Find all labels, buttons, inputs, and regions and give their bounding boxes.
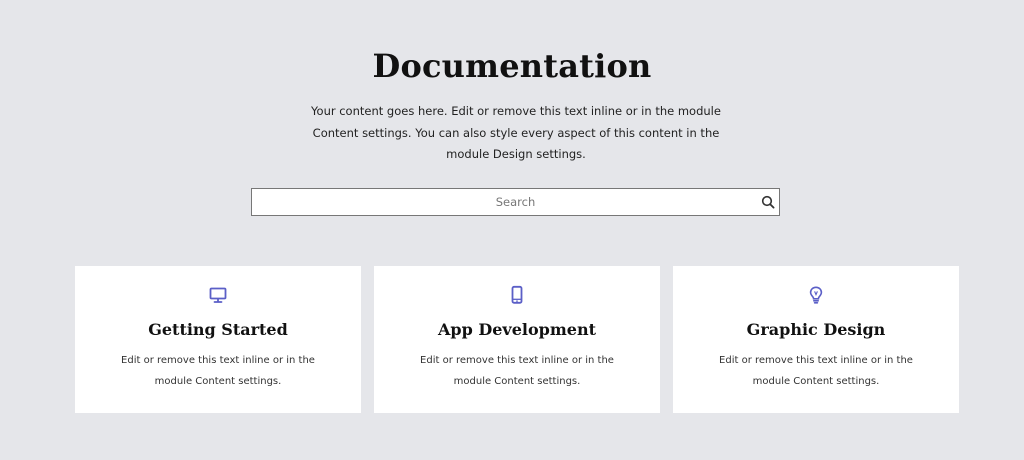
card-title: Graphic Design [746,320,886,339]
page-title: Documentation [372,47,652,85]
documentation-page: Documentation Your content goes here. Ed… [0,0,1024,460]
mobile-icon [511,285,523,304]
card-text: Edit or remove this text inline or in th… [121,355,315,387]
card-title: App Development [438,320,596,339]
card-text: Edit or remove this text inline or in th… [719,355,913,387]
card-getting-started[interactable]: Getting Started Edit or remove this text… [75,266,361,413]
card-app-development[interactable]: App Development Edit or remove this text… [374,266,660,413]
intro-text: Your content goes here. Edit or remove t… [311,104,721,161]
card-title: Getting Started [148,320,288,339]
search-icon[interactable] [761,195,775,209]
card-text: Edit or remove this text inline or in th… [420,355,614,387]
lightbulb-icon [809,286,823,304]
search-input[interactable] [252,189,779,215]
search-bar[interactable] [251,188,780,216]
desktop-icon [209,287,227,303]
card-graphic-design[interactable]: Graphic Design Edit or remove this text … [673,266,959,413]
